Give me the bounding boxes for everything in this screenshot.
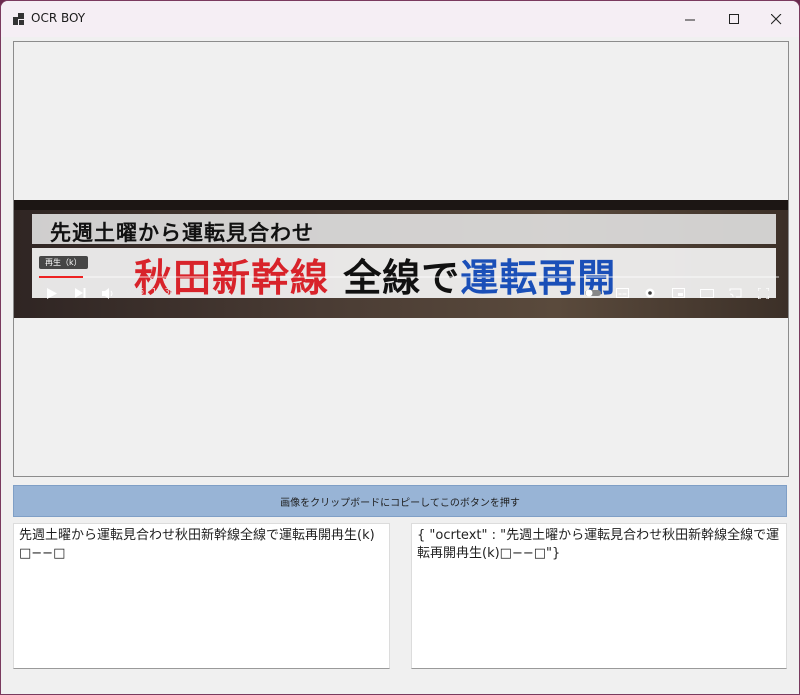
- video-progress-bar: [39, 276, 779, 278]
- video-controls: 0:46 / 19:38: [14, 282, 788, 306]
- window-title: OCR BOY: [31, 11, 86, 25]
- subtitles-icon: [614, 286, 630, 300]
- ocr-text-value: 先週土曜から運転見合わせ秋田新幹線全線で運転再開冉生(k)□−−□: [19, 528, 375, 561]
- maximize-icon: [728, 13, 739, 24]
- title-bar[interactable]: OCR BOY: [1, 1, 799, 37]
- minimize-icon: [684, 19, 695, 20]
- close-button[interactable]: [753, 1, 799, 37]
- play-icon: [44, 286, 60, 300]
- next-icon: [72, 286, 88, 300]
- volume-icon: [100, 286, 116, 300]
- captured-screenshot: 先週土曜から運転見合わせ 秋田新幹線 全線で運転再開 再生（k） 0:46 / …: [14, 200, 788, 318]
- ocr-json-output[interactable]: { "ocrtext" : "先週土曜から運転見合わせ秋田新幹線全線で運転再開冉…: [411, 523, 787, 669]
- copy-ocr-button[interactable]: 画像をクリップボードにコピーしてこのボタンを押す: [13, 485, 787, 517]
- video-progress-fill: [39, 276, 84, 278]
- image-preview-panel: 先週土曜から運転見合わせ 秋田新幹線 全線で運転再開 再生（k） 0:46 / …: [13, 41, 789, 477]
- fullscreen-icon: [755, 286, 771, 300]
- headline-text: 先週土曜から運転見合わせ: [50, 221, 314, 245]
- minimize-button[interactable]: [667, 1, 713, 37]
- settings-icon: [642, 286, 658, 300]
- video-time: 0:46 / 19:38: [126, 287, 175, 296]
- copy-ocr-button-label: 画像をクリップボードにコピーしてこのボタンを押す: [280, 497, 520, 509]
- app-window: OCR BOY 先週土曜から運転見合わせ 秋田新幹線 全線で運転再開 再生（k）: [0, 0, 800, 695]
- autoplay-icon: [585, 286, 601, 300]
- ocr-json-value: { "ocrtext" : "先週土曜から運転見合わせ秋田新幹線全線で運転再開冉…: [417, 528, 780, 561]
- close-icon: [770, 13, 781, 24]
- app-icon: [13, 13, 24, 25]
- theater-mode-icon: [699, 286, 715, 300]
- maximize-button[interactable]: [711, 1, 757, 37]
- playback-badge: 再生（k）: [39, 256, 88, 269]
- screenshot-top-band: [14, 200, 788, 210]
- ocr-text-output[interactable]: 先週土曜から運転見合わせ秋田新幹線全線で運転再開冉生(k)□−−□: [13, 523, 390, 669]
- miniplayer-icon: [670, 286, 686, 300]
- cast-icon: [727, 286, 743, 300]
